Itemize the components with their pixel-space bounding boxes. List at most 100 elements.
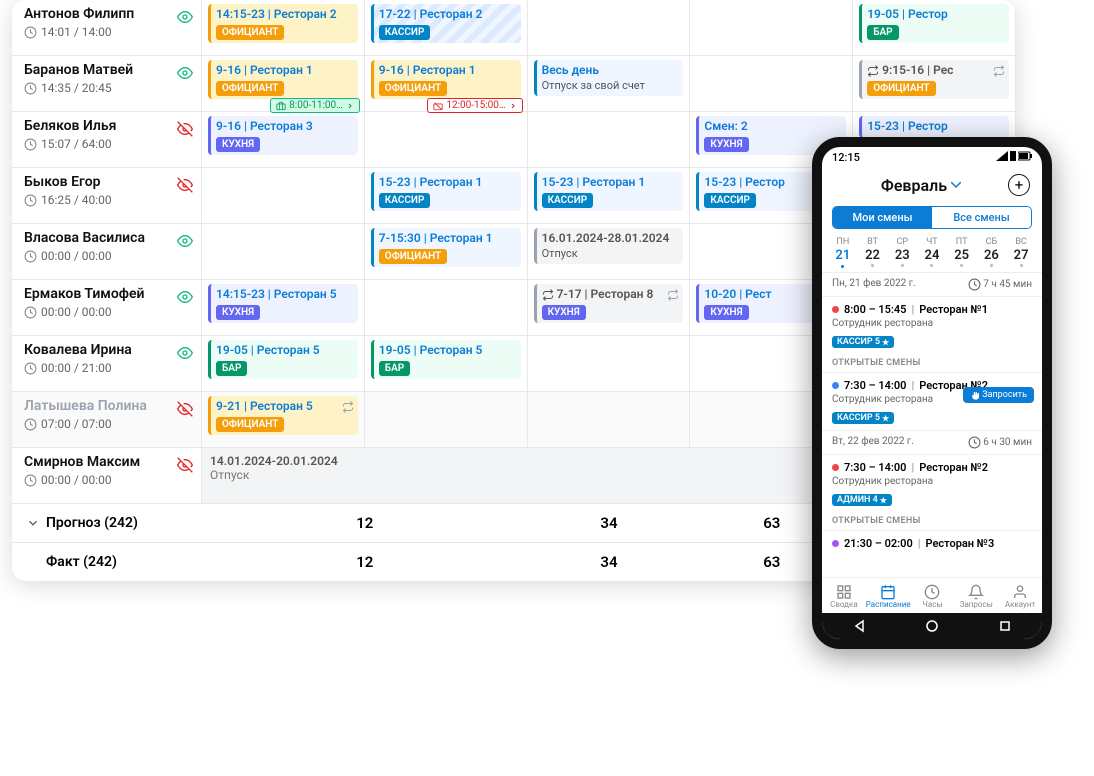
employee-cell[interactable]: Беляков Илья 15:07 / 64:00 [12,112,202,168]
schedule-cell[interactable] [528,0,691,56]
day-column[interactable]: СР23 [895,237,910,268]
schedule-cell[interactable]: 17-22 | Ресторан 2КАССИР [365,0,528,56]
shift-block[interactable]: 19-05 | РесторБАР [859,4,1009,43]
schedule-cell[interactable]: 9-16 | Ресторан 1ОФИЦИАНТ12:00-15:00… [365,56,528,112]
shift-tabs: Мои смены Все смены [832,206,1032,229]
schedule-cell[interactable]: 19-05 | Ресторан 5БАР [202,336,365,392]
schedule-cell[interactable]: 7-15:30 | Ресторан 1ОФИЦИАНТ [365,224,528,280]
employee-cell[interactable]: Баранов Матвей 14:35 / 20:45 [12,56,202,112]
schedule-cell[interactable] [365,280,528,336]
schedule-cell[interactable]: 19-05 | РесторБАР [853,0,1016,56]
sub-shift-pill[interactable]: 8:00-11:00… [270,98,360,113]
schedule-cell[interactable]: 9-16 | Ресторан 1ОФИЦИАНТ8:00-11:00… [202,56,365,112]
shift-block[interactable]: 7-17 | Ресторан 8КУХНЯ [534,284,684,323]
shift-block[interactable]: 9-16 | Ресторан 1ОФИЦИАНТ [208,60,358,99]
nav-clock[interactable]: Часы [911,578,955,613]
date-header: Вт, 22 фев 2022 г. 6 ч 30 мин [822,430,1042,454]
employee-cell[interactable]: Быков Егор 16:25 / 40:00 [12,168,202,224]
home-button[interactable] [925,619,939,633]
nav-grid[interactable]: Сводка [822,578,866,613]
schedule-cell[interactable]: 14:15-23 | Ресторан 2ОФИЦИАНТ [202,0,365,56]
employee-name: Ермаков Тимофей [24,286,145,302]
schedule-cell[interactable]: 14:15-23 | Ресторан 5КУХНЯ [202,280,365,336]
add-button[interactable]: + [1008,174,1030,196]
schedule-cell[interactable]: 9-16 | Ресторан 3КУХНЯ [202,112,365,168]
eye-icon[interactable] [177,6,193,25]
schedule-cell[interactable] [528,392,691,448]
day-column[interactable]: ЧТ24 [925,237,940,268]
employee-cell[interactable]: Антонов Филипп 14:01 / 14:00 [12,0,202,56]
shift-block[interactable]: Весь деньОтпуск за свой счет [534,60,684,96]
schedule-cell[interactable]: 9-21 | Ресторан 5ОФИЦИАНТ [202,392,365,448]
shift-block[interactable]: 15-23 | Ресторан 1КАССИР [534,172,684,211]
shift-block[interactable]: 19-05 | Ресторан 5БАР [208,340,358,379]
tab-all-shifts[interactable]: Все смены [932,207,1031,228]
schedule-cell[interactable] [202,224,365,280]
day-column[interactable]: ВТ22 [865,237,880,268]
schedule-cell[interactable] [365,392,528,448]
forecast-label[interactable]: Прогноз (242) [12,504,202,543]
shift-block[interactable]: 15-23 | Ресторан 1КАССИР [371,172,521,211]
schedule-cell[interactable]: 9:15-16 | РесОФИЦИАНТ [853,56,1016,112]
eye-icon[interactable] [177,286,193,305]
shift-block[interactable]: 15-23 | Рестор [859,116,1009,138]
shift-block[interactable]: 14:15-23 | Ресторан 2ОФИЦИАНТ [208,4,358,43]
clock-icon [24,25,37,39]
month-selector[interactable]: Февраль [881,176,961,195]
clock-icon [24,361,37,375]
eye-off-icon[interactable] [177,174,193,193]
request-button[interactable]: Запросить [963,387,1034,403]
employee-cell[interactable]: Власова Василиса 00:00 / 00:00 [12,224,202,280]
recent-button[interactable] [998,619,1012,633]
nav-user[interactable]: Аккаунт [998,578,1042,613]
shift-block[interactable]: 19-05 | Ресторан 5БАР [371,340,521,379]
schedule-cell[interactable] [690,0,853,56]
shift-block[interactable]: 9-16 | Ресторан 3КУХНЯ [208,116,358,155]
shift-list[interactable]: Пн, 21 фев 2022 г. 7 ч 45 мин 8:00 – 15:… [822,272,1042,577]
tab-my-shifts[interactable]: Мои смены [833,207,932,228]
shift-item[interactable]: 7:30 – 14:00|Ресторан №2 Сотрудник ресто… [822,454,1042,512]
sub-shift-pill[interactable]: 12:00-15:00… [427,98,522,113]
shift-block[interactable]: 9:15-16 | РесОФИЦИАНТ [859,60,1009,99]
back-button[interactable] [852,619,866,633]
open-shift-item[interactable]: 7:30 – 14:00|Ресторан №2Сотрудник рестор… [822,372,1042,430]
open-shift-item[interactable]: 21:30 – 02:00|Ресторан №3 [822,530,1042,556]
day-column[interactable]: ПН21 [835,237,850,268]
schedule-cell[interactable]: 16.01.2024-28.01.2024Отпуск [528,224,691,280]
shift-block[interactable]: 9-16 | Ресторан 1ОФИЦИАНТ [371,60,521,99]
day-column[interactable]: ВС27 [1014,237,1029,268]
schedule-cell[interactable] [528,112,691,168]
day-column[interactable]: СБ26 [984,237,999,268]
employee-cell[interactable]: Латышева Полина 07:00 / 07:00 [12,392,202,448]
eye-off-icon[interactable] [177,398,193,417]
schedule-cell[interactable]: 15-23 | Ресторан 1КАССИР [528,168,691,224]
shift-block[interactable]: 7-15:30 | Ресторан 1ОФИЦИАНТ [371,228,521,267]
schedule-cell[interactable] [690,56,853,112]
eye-off-icon[interactable] [177,118,193,137]
employee-cell[interactable]: Ковалева Ирина 00:00 / 21:00 [12,336,202,392]
shift-block[interactable]: 14:15-23 | Ресторан 5КУХНЯ [208,284,358,323]
eye-icon[interactable] [177,230,193,249]
schedule-cell[interactable]: 15-23 | Ресторан 1КАССИР [365,168,528,224]
schedule-cell[interactable] [202,168,365,224]
status-dot [832,382,839,389]
shift-item[interactable]: 8:00 – 15:45|Ресторан №1 Сотрудник ресто… [822,296,1042,354]
schedule-cell[interactable]: 19-05 | Ресторан 5БАР [365,336,528,392]
fact-label[interactable]: Факт (242) [12,543,202,581]
eye-off-icon[interactable] [177,454,193,473]
eye-icon[interactable] [177,342,193,361]
employee-cell[interactable]: Смирнов Максим 00:00 / 00:00 [12,448,202,504]
shift-badge: КАССИР 5★ [832,336,894,348]
eye-icon[interactable] [177,62,193,81]
shift-block[interactable]: 9-21 | Ресторан 5ОФИЦИАНТ [208,396,358,435]
schedule-cell[interactable] [528,336,691,392]
nav-bell[interactable]: Запросы [954,578,998,613]
schedule-cell[interactable]: 7-17 | Ресторан 8КУХНЯ [528,280,691,336]
schedule-cell[interactable]: Весь деньОтпуск за свой счет [528,56,691,112]
employee-cell[interactable]: Ермаков Тимофей 00:00 / 00:00 [12,280,202,336]
nav-calendar[interactable]: Расписание [866,578,911,613]
day-column[interactable]: ПТ25 [954,237,969,268]
schedule-cell[interactable] [365,112,528,168]
shift-block[interactable]: 17-22 | Ресторан 2КАССИР [371,4,521,43]
shift-block[interactable]: 16.01.2024-28.01.2024Отпуск [534,228,684,264]
